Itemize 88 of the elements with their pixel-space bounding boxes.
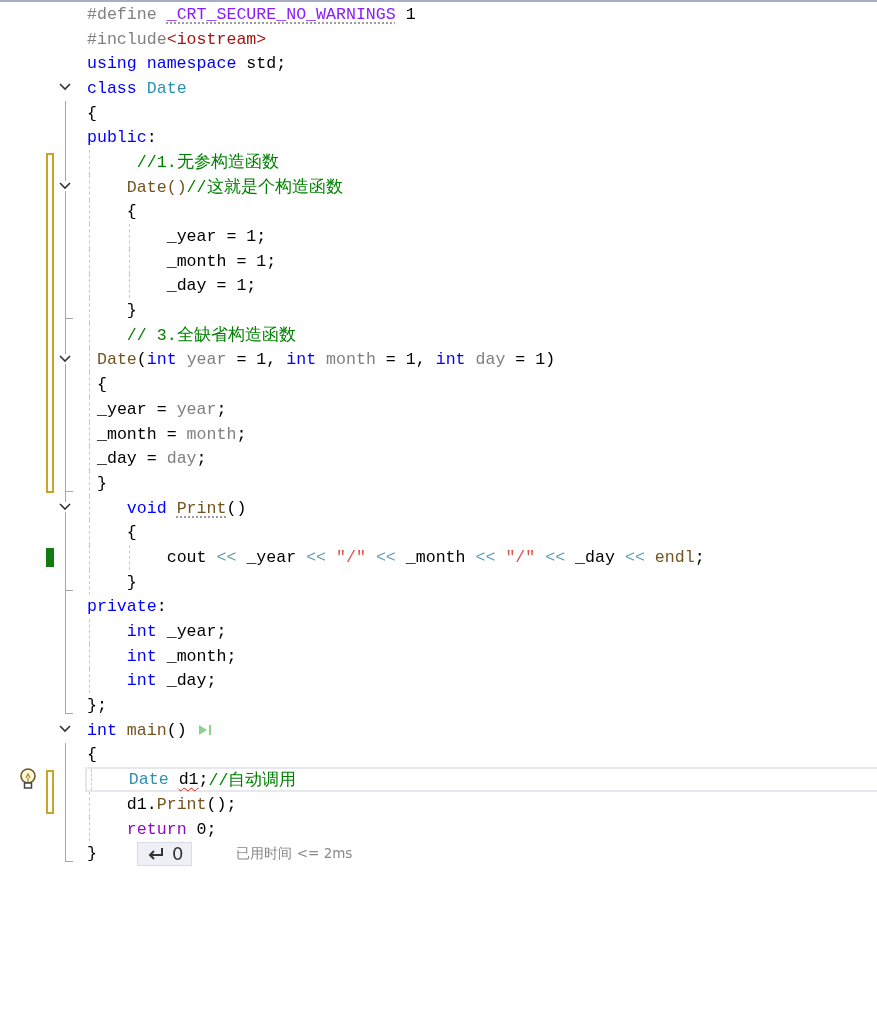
parameter-name: month (186, 424, 237, 444)
keyword: private (87, 597, 157, 617)
parameter-name: year (176, 399, 217, 419)
code-text: ; (196, 449, 207, 469)
code-text: { (126, 202, 137, 222)
macro-name: _CRT_SECURE_NO_WARNINGS (166, 4, 396, 24)
code-text: d1. (126, 794, 157, 814)
code-comment: //1.无参构造函数 (136, 152, 279, 174)
type-name: Date (146, 78, 187, 98)
function-name: Print (156, 794, 207, 814)
code-text: () (166, 720, 187, 740)
code-text: { (87, 103, 97, 123)
code-text: { (96, 375, 107, 395)
code-text: { (126, 523, 137, 543)
keyword: int (126, 646, 157, 666)
code-text: = 1, (385, 350, 426, 370)
code-text: _day = (96, 449, 157, 469)
code-text: _day = 1; (166, 276, 257, 296)
keyword: using namespace (87, 54, 237, 74)
code-text: = 1, (236, 350, 277, 370)
code-text: _year = (96, 399, 167, 419)
keyword: int (435, 350, 466, 370)
code-text: ; (216, 399, 227, 419)
stream-operator: << (375, 547, 396, 567)
keyword: return (126, 819, 187, 839)
code-text: _month (405, 547, 466, 567)
stream-operator: << (475, 547, 496, 567)
code-text: ; (236, 424, 247, 444)
code-comment: //自动调用 (208, 769, 297, 791)
keyword: class (87, 78, 137, 98)
function-name: endl (654, 547, 695, 567)
keyword: int (146, 350, 177, 370)
code-text: _month = 1; (166, 251, 277, 271)
code-text: std; (246, 54, 287, 74)
code-text: _day; (166, 671, 217, 691)
elapsed-time: 已用时间 <= 2ms (236, 844, 353, 863)
parameter-name: day (475, 350, 506, 370)
code-text: } (126, 572, 137, 592)
code-text: } (126, 301, 137, 321)
return-value-badge[interactable]: 0 (136, 841, 193, 866)
code-text: { (87, 745, 97, 765)
code-text: : (156, 597, 167, 617)
stream-operator: << (216, 547, 237, 567)
function-name: main (126, 720, 167, 740)
code-text: cout (166, 547, 207, 567)
code-text: : (146, 128, 157, 148)
code-text: _year = 1; (166, 227, 267, 247)
code-text: _year; (166, 622, 227, 642)
code-text: }; (87, 696, 107, 716)
keyword: int (286, 350, 317, 370)
parameter-name: year (186, 350, 227, 370)
code-comment: //这就是个构造函数 (186, 177, 343, 199)
code-text: _month = (96, 424, 177, 444)
string-literal: "/" (505, 547, 536, 567)
code-text: _year (246, 547, 297, 567)
keyword: public (87, 128, 147, 148)
code-comment: // 3.全缺省构造函数 (126, 325, 296, 347)
function-name: Date() (126, 177, 187, 197)
code-text: _day (575, 547, 615, 567)
code-text: 0; (196, 819, 217, 839)
keyword: void (126, 498, 167, 518)
stream-operator: << (624, 547, 645, 567)
code-text: 1 (405, 4, 416, 24)
string-literal: "/" (336, 547, 366, 567)
parameter-name: month (326, 350, 376, 370)
keyword: int (126, 671, 157, 691)
include-path: <iostream> (166, 29, 267, 49)
type-name: Date (128, 770, 169, 790)
code-text: ; (198, 770, 209, 790)
code-text: d1 (178, 770, 199, 790)
preprocessor-directive: #include (87, 29, 167, 49)
lightbulb-icon[interactable] (18, 768, 38, 791)
code-text: ; (694, 547, 705, 567)
function-name: Print (176, 498, 227, 518)
function-name: Date (96, 350, 137, 370)
code-text: (); (206, 794, 237, 814)
parameter-name: day (166, 449, 197, 469)
code-text: () (226, 498, 247, 518)
keyword: int (126, 622, 157, 642)
code-text: } (87, 844, 97, 864)
code-text: } (96, 473, 107, 493)
stream-operator: << (545, 547, 566, 567)
stream-operator: << (306, 547, 327, 567)
code-text: ( (136, 350, 147, 370)
code-text: _month; (166, 646, 237, 666)
preprocessor-directive: #define (87, 4, 157, 24)
keyword: int (87, 720, 117, 740)
code-text: = 1) (515, 350, 556, 370)
